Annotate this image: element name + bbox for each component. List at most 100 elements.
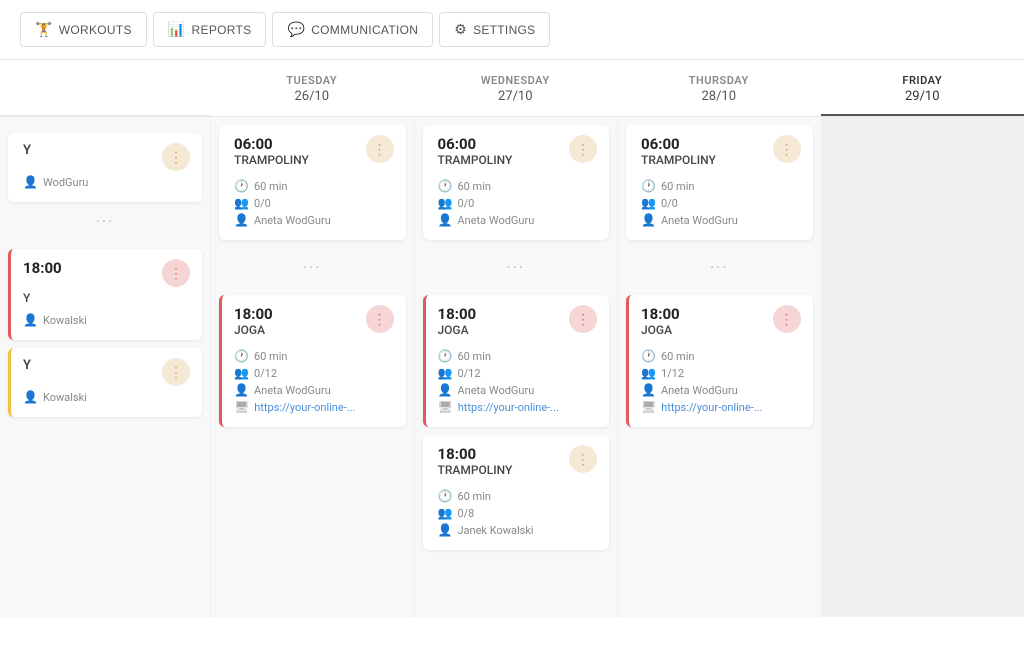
person-icon6: 👤 bbox=[641, 213, 656, 227]
wednesday-evening-trainer: 👤 Aneta WodGuru bbox=[234, 383, 394, 397]
wednesday-evening-duration: 🕐 60 min bbox=[234, 349, 394, 363]
thursday-online-link[interactable]: https://your-online-... bbox=[458, 401, 559, 414]
wednesday-evening-menu-button[interactable]: ⋮ bbox=[366, 305, 394, 333]
person-icon3: 👤 bbox=[438, 213, 453, 227]
people-icon2: 👥 bbox=[234, 366, 249, 380]
clock-icon6: 🕐 bbox=[641, 179, 656, 193]
thursday-morning-spots: 👥 0/0 bbox=[438, 196, 598, 210]
day-header-friday: FRIDAY 29/10 bbox=[821, 60, 1024, 116]
friday-evening-trainer: 👤 Aneta WodGuru bbox=[641, 383, 801, 397]
thursday-morning-duration: 🕐 60 min bbox=[438, 179, 598, 193]
thursday-trampoliny-morning: 06:00 TRAMPOLINY ⋮ 🕐 60 min 👥 0/0 👤 Anet… bbox=[423, 125, 610, 240]
trainer-icon2: 👤 bbox=[23, 313, 38, 327]
clock-icon: 🕐 bbox=[234, 179, 249, 193]
tuesday-column: Y ⋮ 👤 WodGuru ··· 18:00 ⋮ bbox=[0, 117, 210, 617]
thursday-morning-trainer: 👤 Aneta WodGuru bbox=[438, 213, 598, 227]
wednesday-morning-spots: 👥 0/0 bbox=[234, 196, 394, 210]
calendar-body: Y ⋮ 👤 WodGuru ··· 18:00 ⋮ bbox=[0, 117, 1024, 617]
clock-icon2: 🕐 bbox=[234, 349, 249, 363]
people-icon6: 👥 bbox=[641, 196, 656, 210]
settings-icon: ⚙ bbox=[454, 21, 467, 38]
wednesday-morning-menu-button[interactable]: ⋮ bbox=[366, 135, 394, 163]
wednesday-trampoliny-morning: 06:00 TRAMPOLINY ⋮ 🕐 60 min 👥 0/0 👤 Anet… bbox=[219, 125, 406, 240]
tuesday-last-menu-button[interactable]: ⋮ bbox=[162, 358, 190, 386]
friday-morning-spots: 👥 0/0 bbox=[641, 196, 801, 210]
person-icon2: 👤 bbox=[234, 383, 249, 397]
link-icon3: 🖥 bbox=[641, 400, 656, 414]
tuesday-last-trainer: 👤 Kowalski bbox=[23, 390, 190, 404]
clock-icon7: 🕐 bbox=[641, 349, 656, 363]
clock-icon4: 🕐 bbox=[438, 349, 453, 363]
friday-joga-evening: 18:00 JOGA ⋮ 🕐 60 min 👥 1/12 👤 Aneta Wod… bbox=[626, 295, 813, 427]
day-header-tuesday: TUESDAY 26/10 bbox=[210, 60, 414, 116]
thursday-dots: ··· bbox=[423, 248, 610, 287]
tab-settings[interactable]: ⚙ SETTINGS bbox=[439, 12, 550, 47]
wednesday-online-link[interactable]: https://your-online-... bbox=[254, 401, 355, 414]
tuesday-morning-name-partial: Y bbox=[23, 143, 31, 158]
tuesday-evening-trainer: 👤 Kowalski bbox=[23, 313, 190, 327]
thursday-trampoliny-trainer: 👤 Janek Kowalski bbox=[438, 523, 598, 537]
wednesday-dots: ··· bbox=[219, 248, 406, 287]
friday-evening-menu-button[interactable]: ⋮ bbox=[773, 305, 801, 333]
person-icon5: 👤 bbox=[438, 523, 453, 537]
thursday-trampoliny-duration: 🕐 60 min bbox=[438, 489, 598, 503]
friday-evening-spots: 👥 1/12 bbox=[641, 366, 801, 380]
thursday-joga-menu-button[interactable]: ⋮ bbox=[569, 305, 597, 333]
day-header-thursday: THURSDAY 28/10 bbox=[617, 60, 821, 116]
clock-icon3: 🕐 bbox=[438, 179, 453, 193]
friday-online-link[interactable]: https://your-online-... bbox=[661, 401, 762, 414]
people-icon5: 👥 bbox=[438, 506, 453, 520]
friday-morning-menu-button[interactable]: ⋮ bbox=[773, 135, 801, 163]
thursday-joga-duration: 🕐 60 min bbox=[438, 349, 598, 363]
thursday-joga-evening: 18:00 JOGA ⋮ 🕐 60 min 👥 0/12 👤 Aneta Wod… bbox=[423, 295, 610, 427]
wednesday-evening-spots: 👥 0/12 bbox=[234, 366, 394, 380]
trainer-icon3: 👤 bbox=[23, 390, 38, 404]
thursday-morning-menu-button[interactable]: ⋮ bbox=[569, 135, 597, 163]
tab-workouts-label: WORKOUTS bbox=[59, 23, 132, 37]
friday-evening-duration: 🕐 60 min bbox=[641, 349, 801, 363]
thursday-trampoliny-evening: 18:00 TRAMPOLINY ⋮ 🕐 60 min 👥 0/8 👤 Jane… bbox=[423, 435, 610, 550]
person-icon7: 👤 bbox=[641, 383, 656, 397]
thursday-joga-trainer: 👤 Aneta WodGuru bbox=[438, 383, 598, 397]
tuesday-card-evening-joga: 18:00 ⋮ Y 👤 Kowalski bbox=[8, 249, 202, 340]
tuesday-dots: ··· bbox=[8, 202, 202, 241]
link-icon: 🖥 bbox=[234, 400, 249, 414]
friday-morning-duration: 🕐 60 min bbox=[641, 179, 801, 193]
thursday-trampoliny-spots: 👥 0/8 bbox=[438, 506, 598, 520]
calendar-header: TUESDAY 26/10 WEDNESDAY 27/10 THURSDAY 2… bbox=[0, 60, 1024, 117]
people-icon: 👥 bbox=[234, 196, 249, 210]
tuesday-card-morning: Y ⋮ 👤 WodGuru bbox=[8, 133, 202, 202]
thursday-column: 06:00 TRAMPOLINY ⋮ 🕐 60 min 👥 0/0 👤 Anet… bbox=[415, 117, 618, 617]
person-icon: 👤 bbox=[234, 213, 249, 227]
wednesday-evening-link: 🖥 https://your-online-... bbox=[234, 400, 394, 414]
thursday-joga-spots: 👥 0/12 bbox=[438, 366, 598, 380]
friday-trampoliny-morning: 06:00 TRAMPOLINY ⋮ 🕐 60 min 👥 0/0 👤 Anet… bbox=[626, 125, 813, 240]
friday-column: 06:00 TRAMPOLINY ⋮ 🕐 60 min 👥 0/0 👤 Anet… bbox=[618, 117, 821, 617]
tuesday-morning-menu-button[interactable]: ⋮ bbox=[162, 143, 190, 171]
wednesday-column: 06:00 TRAMPOLINY ⋮ 🕐 60 min 👥 0/0 👤 Anet… bbox=[211, 117, 414, 617]
people-icon7: 👥 bbox=[641, 366, 656, 380]
friday-morning-trainer: 👤 Aneta WodGuru bbox=[641, 213, 801, 227]
reports-icon: 📊 bbox=[168, 21, 186, 38]
people-icon4: 👥 bbox=[438, 366, 453, 380]
friday-dots: ··· bbox=[626, 248, 813, 287]
tuesday-last-name-partial: Y bbox=[23, 358, 31, 373]
tab-reports[interactable]: 📊 REPORTS bbox=[153, 12, 267, 47]
top-navigation: 🏋 WORKOUTS 📊 REPORTS 💬 COMMUNICATION ⚙ S… bbox=[0, 0, 1024, 60]
wednesday-morning-duration: 🕐 60 min bbox=[234, 179, 394, 193]
tab-communication[interactable]: 💬 COMMUNICATION bbox=[272, 12, 433, 47]
communication-icon: 💬 bbox=[287, 21, 305, 38]
tab-reports-label: REPORTS bbox=[192, 23, 252, 37]
thursday-joga-link: 🖥 https://your-online-... bbox=[438, 400, 598, 414]
tuesday-morning-trainer: 👤 WodGuru bbox=[23, 175, 190, 189]
thursday-trampoliny-menu-button[interactable]: ⋮ bbox=[569, 445, 597, 473]
trainer-icon: 👤 bbox=[23, 175, 38, 189]
tab-workouts[interactable]: 🏋 WORKOUTS bbox=[20, 12, 147, 47]
tab-communication-label: COMMUNICATION bbox=[311, 23, 418, 37]
tuesday-card-last: Y ⋮ 👤 Kowalski bbox=[8, 348, 202, 417]
tuesday-evening-menu-button[interactable]: ⋮ bbox=[162, 259, 190, 287]
link-icon2: 🖥 bbox=[438, 400, 453, 414]
wednesday-morning-trainer: 👤 Aneta WodGuru bbox=[234, 213, 394, 227]
friday-evening-link: 🖥 https://your-online-... bbox=[641, 400, 801, 414]
tab-settings-label: SETTINGS bbox=[473, 23, 535, 37]
